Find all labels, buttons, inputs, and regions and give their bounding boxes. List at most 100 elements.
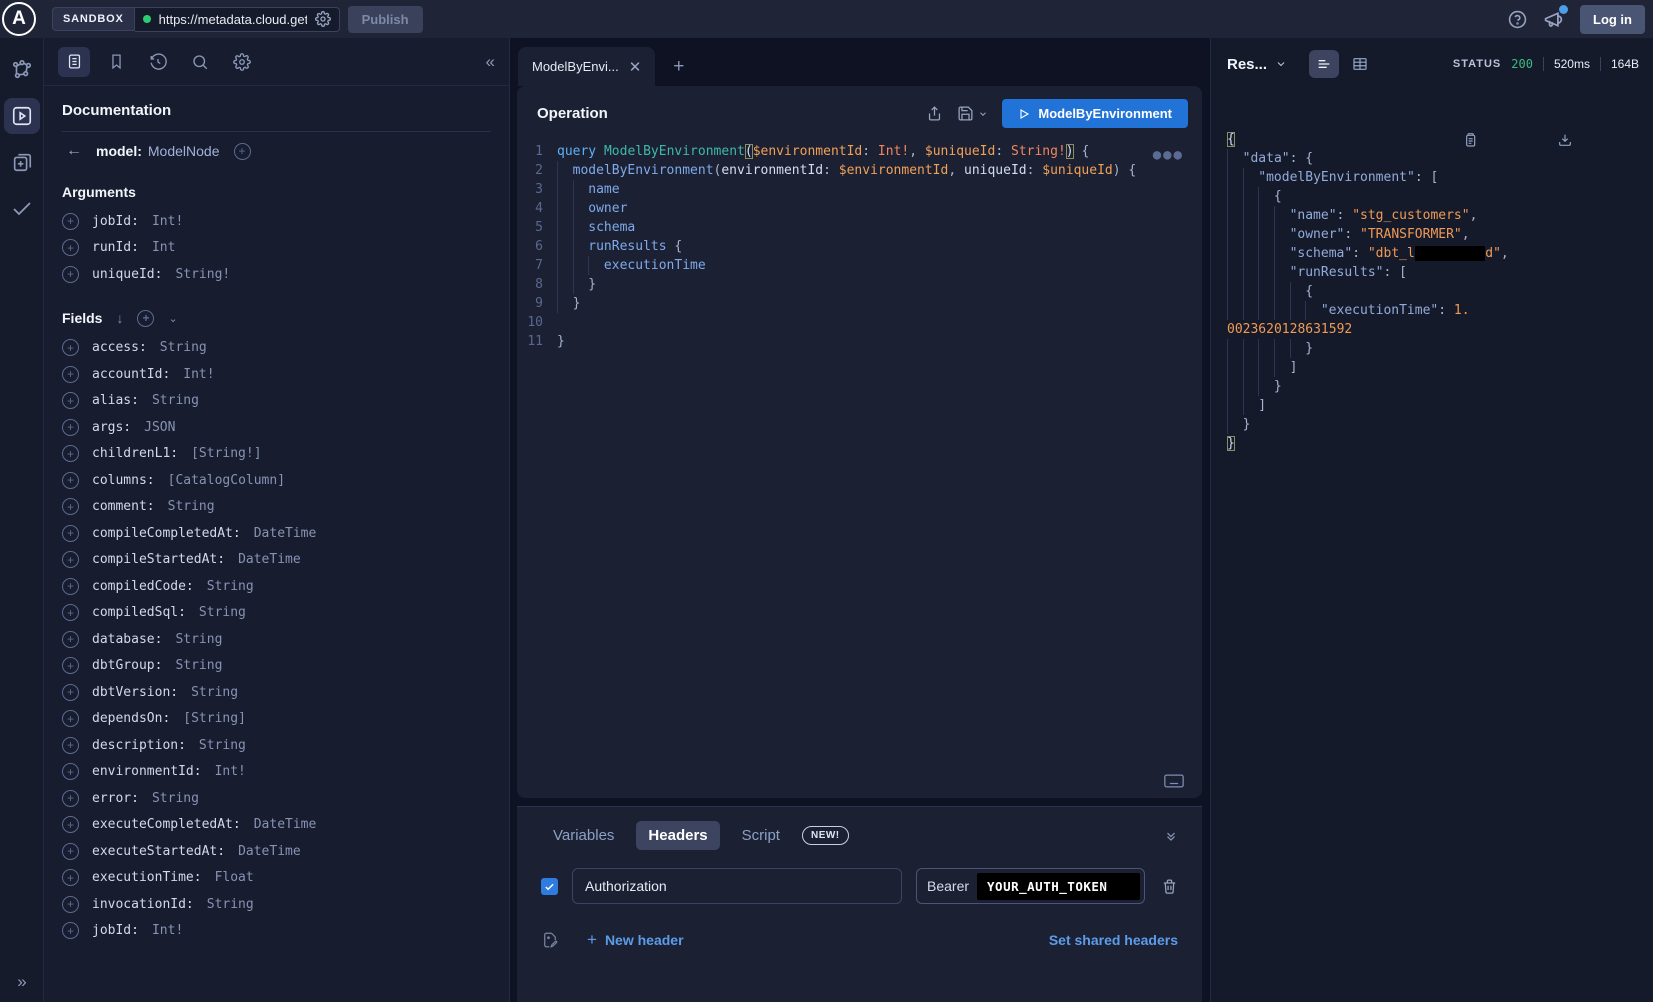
field-type[interactable]: String!: [175, 267, 230, 282]
schema-graph-icon[interactable]: [4, 52, 40, 88]
add-field-icon[interactable]: +: [62, 843, 79, 860]
field-type[interactable]: Float: [215, 870, 254, 885]
history-icon[interactable]: [142, 47, 174, 77]
field-name[interactable]: dbtGroup:: [92, 658, 162, 673]
field-name[interactable]: executeStartedAt:: [92, 844, 225, 859]
collapse-request-panel-icon[interactable]: [1164, 829, 1178, 843]
field-type[interactable]: DateTime: [238, 552, 301, 567]
download-response-icon[interactable]: [1557, 94, 1635, 186]
add-type-icon[interactable]: +: [234, 143, 251, 160]
add-field-icon[interactable]: +: [62, 737, 79, 754]
fields-chevron-icon[interactable]: ⌄: [168, 312, 177, 325]
add-field-icon[interactable]: +: [62, 790, 79, 807]
endpoint-url[interactable]: https://metadata.cloud.get: [159, 12, 307, 27]
field-name[interactable]: jobId:: [92, 923, 139, 938]
field-name[interactable]: description:: [92, 738, 186, 753]
delete-header-icon[interactable]: [1161, 878, 1178, 895]
field-name[interactable]: runId:: [92, 240, 139, 255]
field-name[interactable]: compiledCode:: [92, 579, 194, 594]
tab-script[interactable]: Script: [730, 821, 792, 850]
field-type[interactable]: DateTime: [238, 844, 301, 859]
settings-gear-icon[interactable]: [226, 47, 258, 77]
code-line[interactable]: 9}: [517, 294, 1202, 313]
field-name[interactable]: database:: [92, 632, 162, 647]
add-field-icon[interactable]: +: [62, 213, 79, 230]
field-name[interactable]: invocationId:: [92, 897, 194, 912]
add-field-icon[interactable]: +: [62, 498, 79, 515]
add-field-icon[interactable]: +: [62, 816, 79, 833]
field-name[interactable]: comment:: [92, 499, 155, 514]
code-line[interactable]: 10: [517, 313, 1202, 332]
keyboard-shortcuts-icon[interactable]: [1164, 774, 1184, 788]
publish-button[interactable]: Publish: [348, 6, 423, 33]
run-operation-button[interactable]: ModelByEnvironment: [1002, 99, 1188, 128]
field-type[interactable]: String: [152, 393, 199, 408]
back-arrow-icon[interactable]: ←: [66, 142, 82, 160]
copy-response-icon[interactable]: [1462, 94, 1540, 186]
collapse-panel-icon[interactable]: «: [486, 52, 495, 72]
new-header-button[interactable]: + New header: [587, 930, 684, 950]
field-type[interactable]: String: [199, 738, 246, 753]
code-line[interactable]: 6runResults {: [517, 237, 1202, 256]
field-type[interactable]: JSON: [144, 420, 175, 435]
code-line[interactable]: 1query ModelByEnvironment($environmentId…: [517, 142, 1202, 161]
sort-fields-icon[interactable]: ↓: [116, 310, 123, 326]
doc-type-name[interactable]: ModelNode: [148, 143, 220, 159]
new-tab-icon[interactable]: +: [673, 56, 684, 78]
add-field-icon[interactable]: +: [62, 239, 79, 256]
field-name[interactable]: jobId:: [92, 214, 139, 229]
field-name[interactable]: compileStartedAt:: [92, 552, 225, 567]
tab-headers[interactable]: Headers: [636, 821, 719, 850]
field-name[interactable]: executeCompletedAt:: [92, 817, 241, 832]
header-value-input[interactable]: Bearer YOUR_AUTH_TOKEN: [916, 868, 1145, 904]
response-dropdown-icon[interactable]: [1275, 58, 1287, 70]
add-field-icon[interactable]: +: [62, 551, 79, 568]
field-name[interactable]: dependsOn:: [92, 711, 170, 726]
add-field-icon[interactable]: +: [62, 366, 79, 383]
add-field-icon[interactable]: +: [62, 266, 79, 283]
code-line[interactable]: 3name: [517, 180, 1202, 199]
field-type[interactable]: String: [175, 658, 222, 673]
field-type[interactable]: String: [199, 605, 246, 620]
edit-as-text-icon[interactable]: [541, 931, 559, 949]
endpoint-settings-gear-icon[interactable]: [315, 11, 331, 27]
add-field-icon[interactable]: +: [62, 657, 79, 674]
add-field-icon[interactable]: +: [62, 604, 79, 621]
operation-tab[interactable]: ModelByEnvi... ✕: [518, 47, 655, 86]
header-key-input[interactable]: Authorization: [572, 868, 902, 904]
editor-more-menu-icon[interactable]: ●●●: [1153, 146, 1184, 165]
field-type[interactable]: Int!: [215, 764, 246, 779]
field-name[interactable]: access:: [92, 340, 147, 355]
field-type[interactable]: Int: [152, 240, 175, 255]
add-all-fields-icon[interactable]: +: [137, 310, 154, 327]
code-line[interactable]: 7executionTime: [517, 256, 1202, 275]
field-name[interactable]: childrenL1:: [92, 446, 178, 461]
table-view-icon[interactable]: [1345, 50, 1375, 78]
add-field-icon[interactable]: +: [62, 684, 79, 701]
field-type[interactable]: String: [175, 632, 222, 647]
add-field-icon[interactable]: +: [62, 710, 79, 727]
field-type[interactable]: String: [152, 791, 199, 806]
login-button[interactable]: Log in: [1580, 5, 1645, 34]
add-field-icon[interactable]: +: [62, 339, 79, 356]
field-name[interactable]: accountId:: [92, 367, 170, 382]
field-type[interactable]: Int!: [152, 923, 183, 938]
field-name[interactable]: columns:: [92, 473, 155, 488]
field-type[interactable]: Int!: [152, 214, 183, 229]
add-field-icon[interactable]: +: [62, 896, 79, 913]
field-type[interactable]: Int!: [183, 367, 214, 382]
header-enabled-checkbox[interactable]: [541, 878, 558, 895]
add-field-icon[interactable]: +: [62, 525, 79, 542]
close-tab-icon[interactable]: ✕: [629, 58, 642, 76]
response-json[interactable]: {"data": {"modelByEnvironment": [{"name"…: [1227, 92, 1639, 510]
field-name[interactable]: executionTime:: [92, 870, 202, 885]
add-field-icon[interactable]: +: [62, 392, 79, 409]
help-icon[interactable]: [1508, 10, 1527, 29]
field-name[interactable]: environmentId:: [92, 764, 202, 779]
explorer-icon[interactable]: [4, 98, 40, 134]
add-field-icon[interactable]: +: [62, 869, 79, 886]
search-icon[interactable]: [184, 47, 216, 77]
field-name[interactable]: dbtVersion:: [92, 685, 178, 700]
code-line[interactable]: 4owner: [517, 199, 1202, 218]
add-field-icon[interactable]: +: [62, 578, 79, 595]
